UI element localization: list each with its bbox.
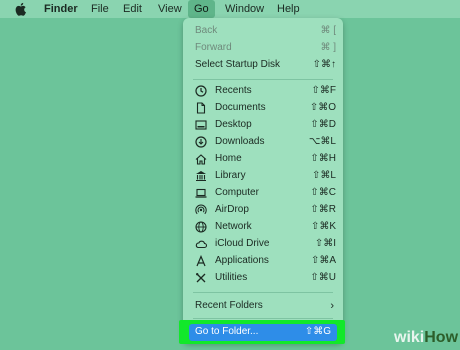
clock-icon	[195, 85, 207, 97]
menu-item-forward[interactable]: Forward ⌘ ]	[195, 40, 338, 56]
menu-item-airdrop[interactable]: AirDrop ⇧⌘R	[195, 202, 338, 218]
shortcut-label: ⇧⌘K	[310, 221, 336, 232]
shortcut-label: ⇧⌘U	[310, 272, 336, 283]
applications-icon	[195, 255, 207, 267]
apple-logo-icon[interactable]	[14, 1, 28, 17]
menubar-file[interactable]: File	[91, 0, 109, 18]
shortcut-label: ⇧⌘I	[314, 238, 336, 249]
shortcut-label: ⇧⌘G	[304, 326, 331, 337]
menu-bar: Finder File Edit View Go Window Help	[0, 0, 460, 18]
menu-item-desktop[interactable]: Desktop ⇧⌘D	[195, 117, 338, 133]
shortcut-label: ⇧⌘C	[310, 187, 336, 198]
menu-item-icloud-drive[interactable]: iCloud Drive ⇧⌘I	[195, 236, 338, 252]
menu-item-utilities[interactable]: Utilities ⇧⌘U	[195, 270, 338, 286]
cloud-icon	[195, 238, 207, 250]
menu-item-back[interactable]: Back ⌘ [	[195, 23, 338, 39]
utilities-icon	[195, 272, 207, 284]
shortcut-label: ⇧⌘O	[309, 102, 336, 113]
chevron-right-icon: ›	[330, 300, 334, 312]
menu-item-label: AirDrop	[215, 204, 249, 215]
laptop-icon	[195, 187, 207, 199]
watermark-wiki: wiki	[394, 329, 425, 346]
shortcut-label: ⇧⌘H	[310, 153, 336, 164]
menubar-view[interactable]: View	[158, 0, 182, 18]
menu-item-label: Desktop	[215, 119, 252, 130]
menu-item-computer[interactable]: Computer ⇧⌘C	[195, 185, 338, 201]
shortcut-label: ⇧⌘D	[310, 119, 336, 130]
menu-item-label: Applications	[215, 255, 269, 266]
menubar-edit[interactable]: Edit	[123, 0, 142, 18]
menu-separator	[193, 318, 333, 319]
menu-item-downloads[interactable]: Downloads ⌥⌘L	[195, 134, 338, 150]
menu-item-library[interactable]: Library ⇧⌘L	[195, 168, 338, 184]
download-icon	[195, 136, 207, 148]
menu-item-label: Home	[215, 153, 242, 164]
menubar-finder[interactable]: Finder	[44, 0, 78, 18]
watermark-how: How	[424, 329, 459, 346]
library-icon	[195, 170, 207, 182]
menubar-go[interactable]: Go	[188, 0, 215, 18]
menu-item-recents[interactable]: Recents ⇧⌘F	[195, 83, 338, 99]
menu-item-select-startup-disk[interactable]: Select Startup Disk ⇧⌘↑	[195, 57, 338, 73]
menu-item-network[interactable]: Network ⇧⌘K	[195, 219, 338, 235]
menu-item-label: Go to Folder...	[195, 326, 259, 337]
menu-separator	[193, 79, 333, 80]
menu-item-label: Network	[215, 221, 252, 232]
menubar-window[interactable]: Window	[225, 0, 264, 18]
menu-item-label: Documents	[215, 102, 266, 113]
menu-item-recent-folders[interactable]: Recent Folders ›	[195, 298, 338, 314]
shortcut-label: ⇧⌘A	[310, 255, 336, 266]
menu-item-applications[interactable]: Applications ⇧⌘A	[195, 253, 338, 269]
menu-separator	[193, 292, 333, 293]
menu-item-go-to-folder[interactable]: Go to Folder... ⇧⌘G	[189, 324, 337, 341]
menu-item-label: Library	[215, 170, 246, 181]
menu-item-label: Recent Folders	[195, 300, 263, 311]
shortcut-label: ⌘ [	[320, 25, 336, 36]
desktop-icon	[195, 119, 207, 131]
shortcut-label: ⇧⌘F	[311, 85, 337, 96]
menubar-help[interactable]: Help	[277, 0, 300, 18]
menu-item-label: Recents	[215, 85, 252, 96]
menu-item-label: Downloads	[215, 136, 265, 147]
go-menu: Back ⌘ [ Forward ⌘ ] Select Startup Disk…	[183, 18, 343, 343]
menu-item-documents[interactable]: Documents ⇧⌘O	[195, 100, 338, 116]
shortcut-label: ⌘ ]	[320, 42, 336, 53]
document-icon	[195, 102, 207, 114]
menu-item-label: Select Startup Disk	[195, 59, 281, 70]
shortcut-label: ⌥⌘L	[308, 136, 336, 147]
menu-item-label: iCloud Drive	[215, 238, 270, 249]
menu-item-label: Back	[195, 25, 218, 36]
menu-item-label: Computer	[215, 187, 259, 198]
shortcut-label: ⇧⌘↑	[312, 59, 336, 70]
menu-item-label: Utilities	[215, 272, 248, 283]
home-icon	[195, 153, 207, 165]
menu-item-label: Forward	[195, 42, 232, 53]
globe-icon	[195, 221, 207, 233]
shortcut-label: ⇧⌘R	[310, 204, 336, 215]
menu-item-home[interactable]: Home ⇧⌘H	[195, 151, 338, 167]
shortcut-label: ⇧⌘L	[312, 170, 336, 181]
airdrop-icon	[195, 204, 207, 216]
wikihow-watermark: wikiHow	[394, 328, 459, 348]
